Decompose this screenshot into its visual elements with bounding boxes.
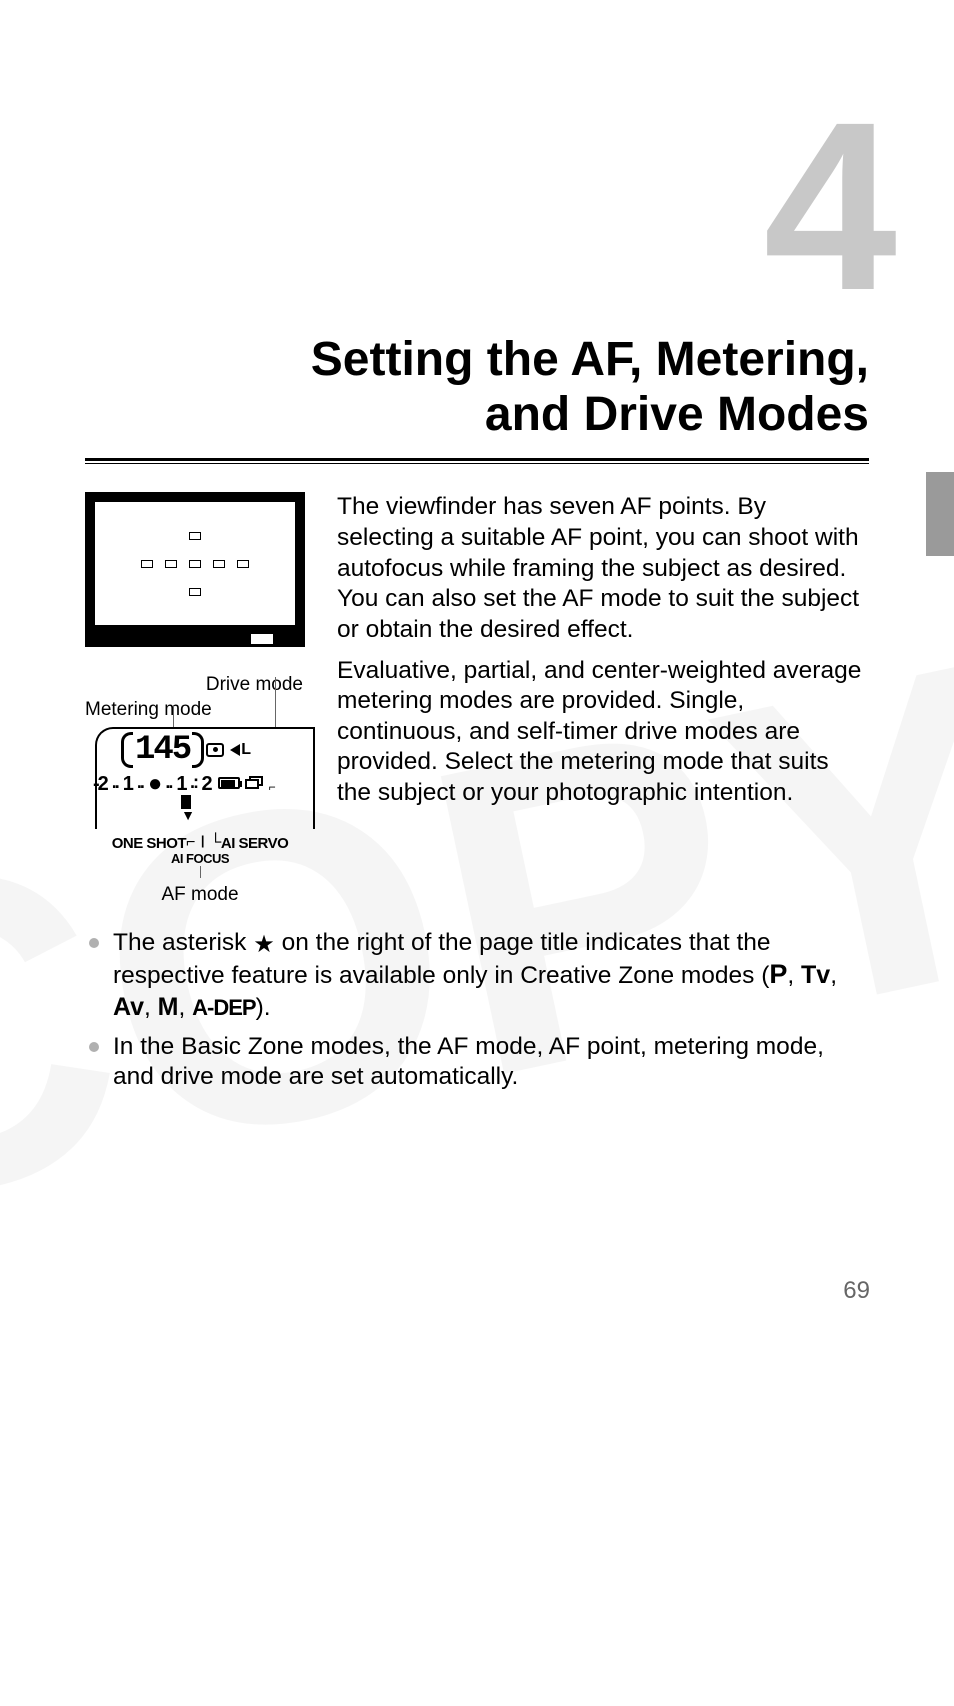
af-mode-ai-focus: AI FOCUS bbox=[85, 851, 315, 866]
bullet-icon bbox=[89, 938, 99, 948]
title-rule-thick bbox=[85, 458, 869, 461]
title-line-2: and Drive Modes bbox=[485, 388, 869, 441]
quality-icon: L bbox=[230, 741, 251, 759]
battery-icon bbox=[218, 777, 240, 789]
title-rule-thin bbox=[85, 463, 869, 464]
bullet-icon bbox=[89, 1042, 99, 1052]
page-number: 69 bbox=[843, 1277, 870, 1305]
af-point bbox=[189, 532, 201, 540]
bullet-1: The asterisk ★ on the right of the page … bbox=[113, 928, 869, 1024]
mode-tv-icon: Tv bbox=[801, 961, 830, 989]
intro-paragraph-2: Evaluative, partial, and center-weighted… bbox=[337, 656, 869, 809]
mode-av-icon: Av bbox=[113, 993, 144, 1021]
lcd-shots-remaining: 145 bbox=[135, 731, 190, 769]
af-point bbox=[141, 560, 153, 568]
label-drive-mode: Drive mode bbox=[85, 673, 303, 698]
mode-m-icon: M bbox=[158, 993, 179, 1021]
star-icon: ★ bbox=[253, 931, 275, 958]
af-point bbox=[189, 588, 201, 596]
label-metering-mode: Metering mode bbox=[85, 698, 315, 723]
af-point bbox=[213, 560, 225, 568]
page-title: Setting the AF, Metering, and Drive Mode… bbox=[85, 332, 869, 442]
bullet-2: In the Basic Zone modes, the AF mode, AF… bbox=[113, 1032, 869, 1093]
title-line-1: Setting the AF, Metering, bbox=[311, 333, 869, 386]
viewfinder-illustration bbox=[85, 492, 305, 647]
label-af-mode: AF mode bbox=[85, 884, 315, 906]
af-point bbox=[237, 560, 249, 568]
mode-adep-icon: A-DEP bbox=[192, 995, 255, 1020]
lcd-illustration: 145 L -2..1..●..1.:2 ⌐ ▼ ONE S bbox=[85, 727, 315, 906]
chapter-number: 4 bbox=[85, 110, 889, 302]
exposure-scale: -2..1..●..1.:2 bbox=[93, 769, 211, 797]
af-point bbox=[189, 560, 201, 568]
intro-paragraph-1: The viewfinder has seven AF points. By s… bbox=[337, 492, 869, 645]
drive-mode-icon bbox=[245, 776, 265, 790]
metering-mode-icon bbox=[206, 743, 224, 757]
mode-p-icon: P bbox=[769, 959, 787, 989]
af-point bbox=[165, 560, 177, 568]
